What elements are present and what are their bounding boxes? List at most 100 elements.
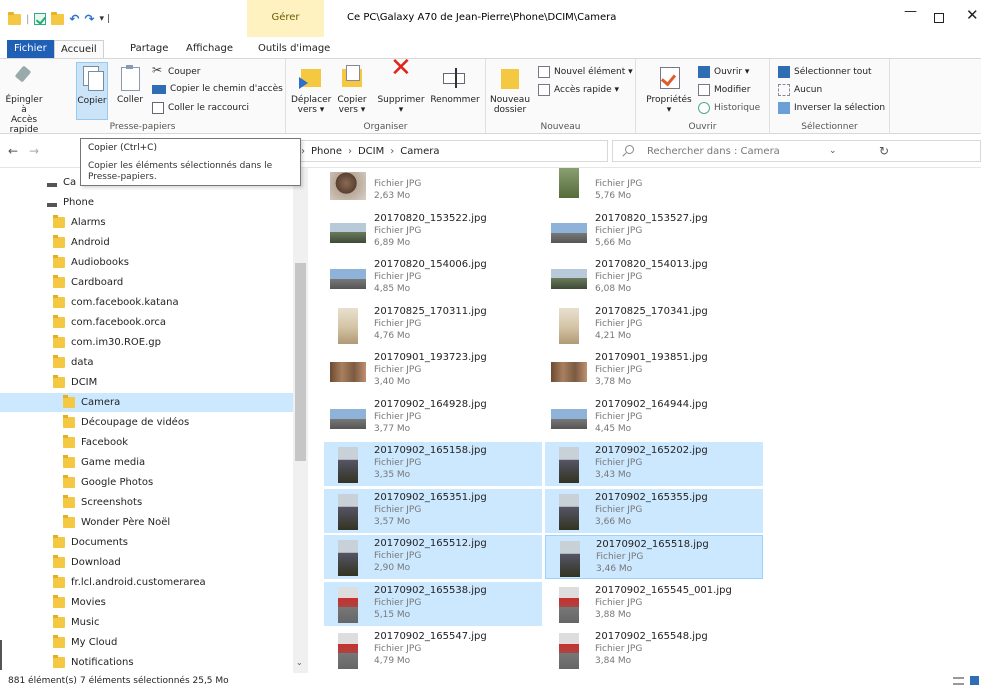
paste-button[interactable]: Coller — [114, 65, 146, 105]
sidebar-item[interactable]: Download — [53, 553, 121, 572]
new-folder-icon[interactable] — [51, 11, 65, 25]
cut-button[interactable]: Couper — [152, 63, 201, 78]
customize-toolbar-icon[interactable]: ▾ | — [100, 14, 110, 24]
details-view-icon[interactable] — [953, 677, 964, 685]
copy-button[interactable]: Copier — [76, 62, 108, 120]
sidebar-item[interactable]: com.facebook.katana — [53, 293, 179, 312]
copy-to-button[interactable]: Copier vers ▾ — [335, 65, 369, 115]
sidebar-item[interactable]: Cardboard — [53, 273, 123, 292]
large-icons-view-icon[interactable] — [970, 676, 979, 685]
paste-shortcut-button[interactable]: Coller le raccourci — [152, 102, 249, 114]
sidebar-item[interactable]: My Cloud — [53, 633, 117, 652]
sidebar-item[interactable]: Game media — [63, 453, 145, 472]
breadcrumb-camera[interactable]: Camera — [400, 146, 439, 157]
sidebar-item[interactable]: Screenshots — [63, 493, 142, 512]
undo-icon[interactable]: ↶ — [69, 12, 79, 26]
sidebar-item[interactable]: data — [53, 353, 94, 372]
tab-fichier[interactable]: Fichier — [7, 40, 54, 58]
file-type: Fichier JPG — [374, 225, 422, 236]
properties-button[interactable]: Propriétés ▾ — [644, 65, 694, 115]
file-item[interactable]: 20170820_154013.jpg Fichier JPG 6,08 Mo — [545, 256, 763, 300]
sidebar-item[interactable]: Notifications — [53, 653, 134, 672]
file-item[interactable]: 20170825_170341.jpg Fichier JPG 4,21 Mo — [545, 303, 763, 347]
sidebar-item[interactable]: Phone — [47, 193, 94, 212]
file-item[interactable]: 20170902_165355.jpg Fichier JPG 3,66 Mo — [545, 488, 763, 533]
file-item[interactable]: 20170901_193851.jpg Fichier JPG 3,78 Mo — [545, 349, 763, 393]
sidebar-item[interactable]: Google Photos — [63, 473, 153, 492]
sidebar-item[interactable]: Alarms — [53, 213, 106, 232]
sidebar-item[interactable]: com.im30.ROE.gp — [53, 333, 161, 352]
tab-partage[interactable]: Partage — [124, 40, 174, 58]
copy-path-icon — [152, 84, 166, 94]
move-to-button[interactable]: Déplacer vers ▾ — [291, 65, 331, 115]
breadcrumb-dcim[interactable]: DCIM — [358, 146, 384, 157]
properties-check-icon[interactable] — [34, 13, 47, 25]
file-item[interactable]: 20170820_153527.jpg Fichier JPG 5,66 Mo — [545, 210, 763, 254]
address-bar[interactable]: › Phone › DCIM › Camera ⌄ ↻ — [296, 140, 889, 162]
file-item[interactable]: 20170902_165518.jpg Fichier JPG 3,46 Mo — [545, 535, 763, 579]
close-button[interactable]: ✕ — [966, 6, 979, 24]
file-item[interactable]: 20170902_165538.jpg Fichier JPG 5,15 Mo — [324, 581, 542, 626]
breadcrumb-separator: › — [390, 146, 395, 157]
invert-selection-button[interactable]: Inverser la sélection — [778, 102, 885, 114]
select-none-button[interactable]: Aucun — [778, 84, 822, 96]
breadcrumb-phone[interactable]: Phone — [311, 146, 342, 157]
sidebar-item[interactable]: Audiobooks — [53, 253, 129, 272]
copy-path-button[interactable]: Copier le chemin d'accès — [152, 84, 283, 94]
file-type: Fichier JPG — [374, 551, 422, 561]
search-box[interactable]: Rechercher dans : Camera — [612, 140, 981, 162]
redo-icon[interactable]: ↷ — [84, 12, 94, 26]
forward-arrow-icon[interactable]: → — [29, 144, 39, 158]
file-item[interactable]: 20170902_165158.jpg Fichier JPG 3,35 Mo — [324, 442, 542, 486]
rename-button[interactable]: Renommer — [428, 65, 482, 105]
file-type: Fichier JPG — [595, 411, 643, 422]
file-item[interactable]: 20170902_165351.jpg Fichier JPG 3,57 Mo — [324, 488, 542, 533]
file-item[interactable]: 20170902_165548.jpg Fichier JPG 3,84 Mo — [545, 628, 763, 672]
tab-outils-image[interactable]: Outils d'image — [252, 40, 336, 58]
sidebar-item[interactable]: Documents — [53, 533, 128, 552]
sidebar-item[interactable]: Music — [53, 613, 99, 632]
scroll-down-chevron-icon[interactable]: ⌄ — [296, 658, 303, 667]
sidebar-item[interactable]: Movies — [53, 593, 106, 612]
sidebar-item-label: Camera — [81, 397, 121, 408]
file-item[interactable]: 20170820_153522.jpg Fichier JPG 6,89 Mo — [324, 210, 542, 254]
delete-button[interactable]: Supprimer ▾ — [376, 63, 426, 115]
sidebar-item[interactable]: Facebook — [63, 433, 128, 452]
sidebar-item-label: Download — [71, 557, 121, 568]
file-item[interactable]: 20170902_165545_001.jpg Fichier JPG 3,88 M… — [545, 582, 763, 626]
file-item[interactable]: Fichier JPG 5,76 Mo — [545, 168, 763, 207]
cut-label: Couper — [168, 67, 201, 77]
tab-affichage[interactable]: Affichage — [180, 40, 239, 58]
sidebar-item[interactable]: Wonder Père Noël — [63, 513, 170, 532]
file-item[interactable]: 20170902_164944.jpg Fichier JPG 4,45 Mo — [545, 396, 763, 440]
new-item-button[interactable]: Nouvel élément ▾ — [538, 66, 633, 78]
file-item[interactable]: 20170901_193723.jpg Fichier JPG 3,40 Mo — [324, 349, 542, 393]
tab-accueil[interactable]: Accueil — [54, 40, 104, 58]
sidebar-item[interactable]: Android — [53, 233, 110, 252]
file-item[interactable]: 20170825_170311.jpg Fichier JPG 4,76 Mo — [324, 303, 542, 347]
sidebar-item[interactable]: fr.lcl.android.customerarea — [53, 573, 206, 592]
sidebar-item[interactable]: com.facebook.orca — [53, 313, 166, 332]
sidebar-item[interactable]: DCIM — [53, 373, 97, 392]
maximize-button[interactable] — [934, 13, 944, 23]
edit-button[interactable]: Modifier — [698, 84, 750, 96]
file-item[interactable]: 20170820_154006.jpg Fichier JPG 4,85 Mo — [324, 256, 542, 300]
file-item[interactable]: 20170902_165512.jpg Fichier JPG 2,90 Mo — [324, 535, 542, 579]
back-arrow-icon[interactable]: ← — [8, 144, 18, 158]
file-item[interactable]: 20170902_165202.jpg Fichier JPG 3,43 Mo — [545, 442, 763, 486]
minimize-button[interactable]: — — [904, 4, 917, 19]
thumbnail-image — [551, 408, 587, 429]
file-size: 2,63 Mo — [374, 191, 411, 201]
file-item[interactable]: 20170902_165547.jpg Fichier JPG 4,79 Mo — [324, 628, 542, 672]
new-folder-button[interactable]: Nouveau dossier — [490, 65, 530, 115]
history-button[interactable]: Historique — [698, 102, 760, 114]
easy-access-button[interactable]: Accès rapide ▾ — [538, 84, 619, 96]
file-item[interactable]: Fichier JPG 2,63 Mo — [324, 168, 542, 207]
open-button[interactable]: Ouvrir ▾ — [698, 66, 749, 78]
sidebar-item[interactable]: Découpage de vidéos — [63, 413, 189, 432]
select-all-button[interactable]: Sélectionner tout — [778, 66, 872, 78]
sidebar-scrollbar-thumb[interactable] — [295, 263, 306, 461]
file-item[interactable]: 20170902_164928.jpg Fichier JPG 3,77 Mo — [324, 396, 542, 440]
sidebar-item[interactable]: Ca — [47, 173, 76, 192]
sidebar-item[interactable]: Camera — [0, 393, 293, 412]
